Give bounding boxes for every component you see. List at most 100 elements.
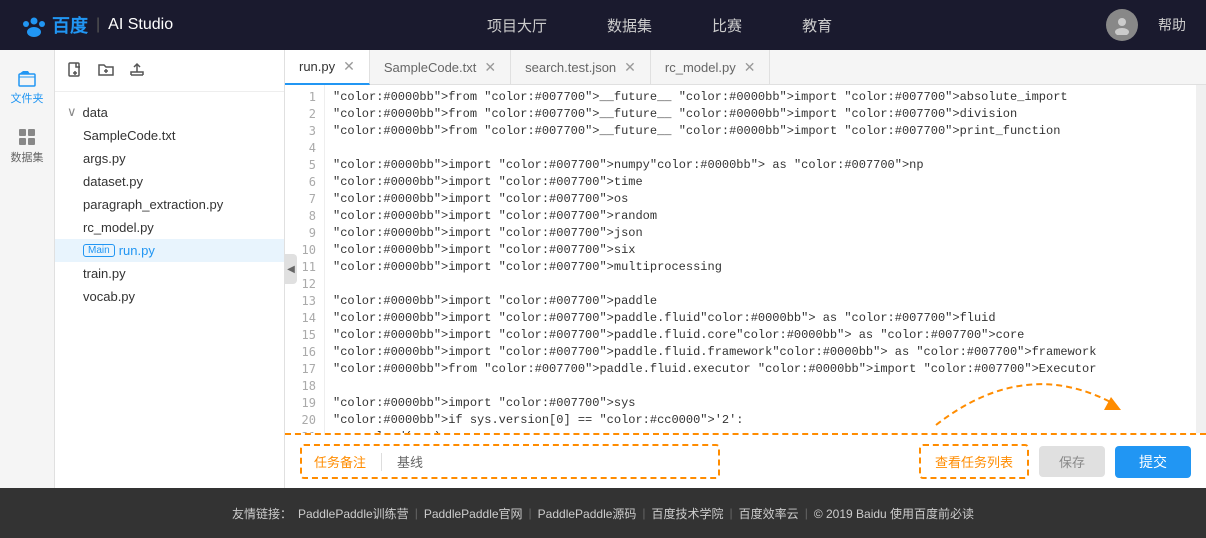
tab-search-test[interactable]: search.test.json ✕ — [511, 50, 651, 85]
table-row: "color:#0000bb">import "color:#007700">p… — [333, 310, 1188, 327]
submit-button[interactable]: 提交 — [1115, 446, 1191, 478]
nav-item-education[interactable]: 教育 — [802, 15, 832, 36]
footer-prefix: 友情链接： — [232, 505, 292, 522]
footer-link-3[interactable]: PaddlePaddle源码 — [538, 505, 637, 522]
tabs-bar: run.py ✕ SampleCode.txt ✕ search.test.js… — [285, 50, 1206, 85]
chevron-down-icon: ∨ — [67, 104, 77, 120]
task-note-label: 任务备注 — [314, 452, 366, 471]
table-row: "color:#0000bb">import "color:#007700">o… — [333, 191, 1188, 208]
dataset-label: 数据集 — [11, 149, 44, 165]
table-row: "color:#0000bb">import "color:#007700">j… — [333, 225, 1188, 242]
table-row: "color:#0000bb">import "color:#007700">t… — [333, 174, 1188, 191]
table-row: "color:#0000bb">from "color:#007700">__f… — [333, 106, 1188, 123]
avatar[interactable] — [1106, 9, 1138, 41]
main-badge: Main — [83, 244, 115, 257]
tab-close-icon[interactable]: ✕ — [624, 60, 636, 74]
logo-aistudio: AI Studio — [108, 16, 173, 34]
file-name: dataset.py — [83, 174, 143, 189]
file-name: vocab.py — [83, 289, 135, 304]
list-item[interactable]: rc_model.py — [55, 216, 284, 239]
tab-close-icon[interactable]: ✕ — [744, 60, 756, 74]
save-button[interactable]: 保存 — [1039, 446, 1105, 477]
file-tree-content: ∨ data SampleCode.txt args.py dataset.py… — [55, 92, 284, 316]
sidebar-item-files[interactable]: 文件夹 — [0, 60, 54, 114]
table-row — [333, 276, 1188, 293]
tab-close-icon[interactable]: ✕ — [484, 60, 496, 74]
scrollbar-vertical[interactable] — [1196, 85, 1206, 433]
file-tree: ∨ data SampleCode.txt args.py dataset.py… — [55, 50, 285, 488]
table-row: "color:#0000bb">import "color:#007700">s… — [333, 242, 1188, 259]
logo-baidu: 百度 — [20, 12, 88, 38]
collapse-handle[interactable]: ◀ — [285, 254, 297, 284]
table-row: "color:#0000bb">from "color:#007700">__f… — [333, 89, 1188, 106]
header: 百度 | AI Studio 项目大厅 数据集 比赛 教育 帮助 — [0, 0, 1206, 50]
table-row: "color:#0000bb">import "color:#007700">p… — [333, 327, 1188, 344]
bottom-right-actions: 查看任务列表 保存 提交 — [730, 444, 1191, 479]
file-name: paragraph_extraction.py — [83, 197, 223, 212]
footer-link-4[interactable]: 百度技术学院 — [652, 505, 724, 522]
list-item[interactable]: vocab.py — [55, 285, 284, 308]
footer: 友情链接： PaddlePaddle训练营 | PaddlePaddle官网 |… — [0, 488, 1206, 538]
task-note-input[interactable]: 任务备注 基线 — [300, 444, 720, 479]
footer-link-5[interactable]: 百度效率云 — [739, 505, 799, 522]
nav-item-competition[interactable]: 比赛 — [712, 15, 742, 36]
tab-label: rc_model.py — [665, 60, 736, 75]
nav-item-projects[interactable]: 项目大厅 — [487, 15, 547, 36]
table-row: "color:#0000bb">import "color:#007700">p… — [333, 344, 1188, 361]
folder-label: data — [83, 105, 108, 120]
table-row: "color:#0000bb">import "color:#007700">m… — [333, 259, 1188, 276]
tab-label: search.test.json — [525, 60, 616, 75]
tab-label: SampleCode.txt — [384, 60, 477, 75]
sidebar-item-dataset[interactable]: 数据集 — [0, 119, 54, 173]
logo-divider: | — [96, 16, 100, 34]
tab-samplecode[interactable]: SampleCode.txt ✕ — [370, 50, 511, 85]
list-item[interactable]: args.py — [55, 147, 284, 170]
logo: 百度 | AI Studio — [20, 12, 173, 38]
tab-rc-model[interactable]: rc_model.py ✕ — [651, 50, 771, 85]
table-row: "color:#0000bb">import "color:#007700">n… — [333, 157, 1188, 174]
file-name: args.py — [83, 151, 126, 166]
list-item-active[interactable]: Main run.py — [55, 239, 284, 262]
file-name: train.py — [83, 266, 126, 281]
new-file-icon[interactable] — [67, 62, 83, 83]
code-content[interactable]: "color:#0000bb">from "color:#007700">__f… — [325, 85, 1196, 433]
help-link[interactable]: 帮助 — [1158, 15, 1186, 35]
tab-run-py[interactable]: run.py ✕ — [285, 50, 370, 85]
table-row — [333, 140, 1188, 157]
code-editor: 123456789101112131415161718192021222324 … — [285, 85, 1206, 433]
table-row: "color:#0000bb">import "color:#007700">r… — [333, 208, 1188, 225]
bottom-bar: 任务备注 基线 查看任务列表 保存 提交 — [285, 433, 1206, 488]
footer-copyright: © 2019 Baidu 使用百度前必读 — [814, 505, 974, 522]
footer-link-2[interactable]: PaddlePaddle官网 — [424, 505, 523, 522]
table-row: "color:#0000bb">if sys.version[0] == "co… — [333, 412, 1188, 429]
list-item[interactable]: dataset.py — [55, 170, 284, 193]
tab-close-icon[interactable]: ✕ — [343, 59, 355, 73]
task-divider — [381, 453, 382, 471]
header-nav: 项目大厅 数据集 比赛 教育 — [213, 15, 1106, 36]
upload-icon[interactable] — [129, 62, 145, 83]
nav-item-datasets[interactable]: 数据集 — [607, 15, 652, 36]
file-name: rc_model.py — [83, 220, 154, 235]
folder-data[interactable]: ∨ data — [55, 100, 284, 124]
table-row: "color:#0000bb">import "color:#007700">p… — [333, 293, 1188, 310]
task-baseline-text: 基线 — [397, 452, 423, 471]
view-tasks-button[interactable]: 查看任务列表 — [919, 444, 1029, 479]
files-label: 文件夹 — [11, 90, 44, 106]
list-item[interactable]: paragraph_extraction.py — [55, 193, 284, 216]
new-folder-icon[interactable] — [98, 62, 114, 83]
tab-label: run.py — [299, 59, 335, 74]
table-row: "color:#0000bb">import "color:#007700">s… — [333, 395, 1188, 412]
list-item[interactable]: train.py — [55, 262, 284, 285]
file-name: SampleCode.txt — [83, 128, 176, 143]
file-tree-toolbar — [55, 58, 284, 92]
table-row: "color:#0000bb">from "color:#007700">pad… — [333, 361, 1188, 378]
footer-link-1[interactable]: PaddlePaddle训练营 — [298, 505, 409, 522]
table-row: "color:#0000bb">from "color:#007700">__f… — [333, 123, 1188, 140]
main-layout: 文件夹 数据集 — [0, 50, 1206, 488]
header-right: 帮助 — [1106, 9, 1186, 41]
file-name-active: run.py — [119, 243, 155, 258]
editor-area: run.py ✕ SampleCode.txt ✕ search.test.js… — [285, 50, 1206, 488]
list-item[interactable]: SampleCode.txt — [55, 124, 284, 147]
table-row — [333, 378, 1188, 395]
sidebar-icons: 文件夹 数据集 — [0, 50, 55, 488]
